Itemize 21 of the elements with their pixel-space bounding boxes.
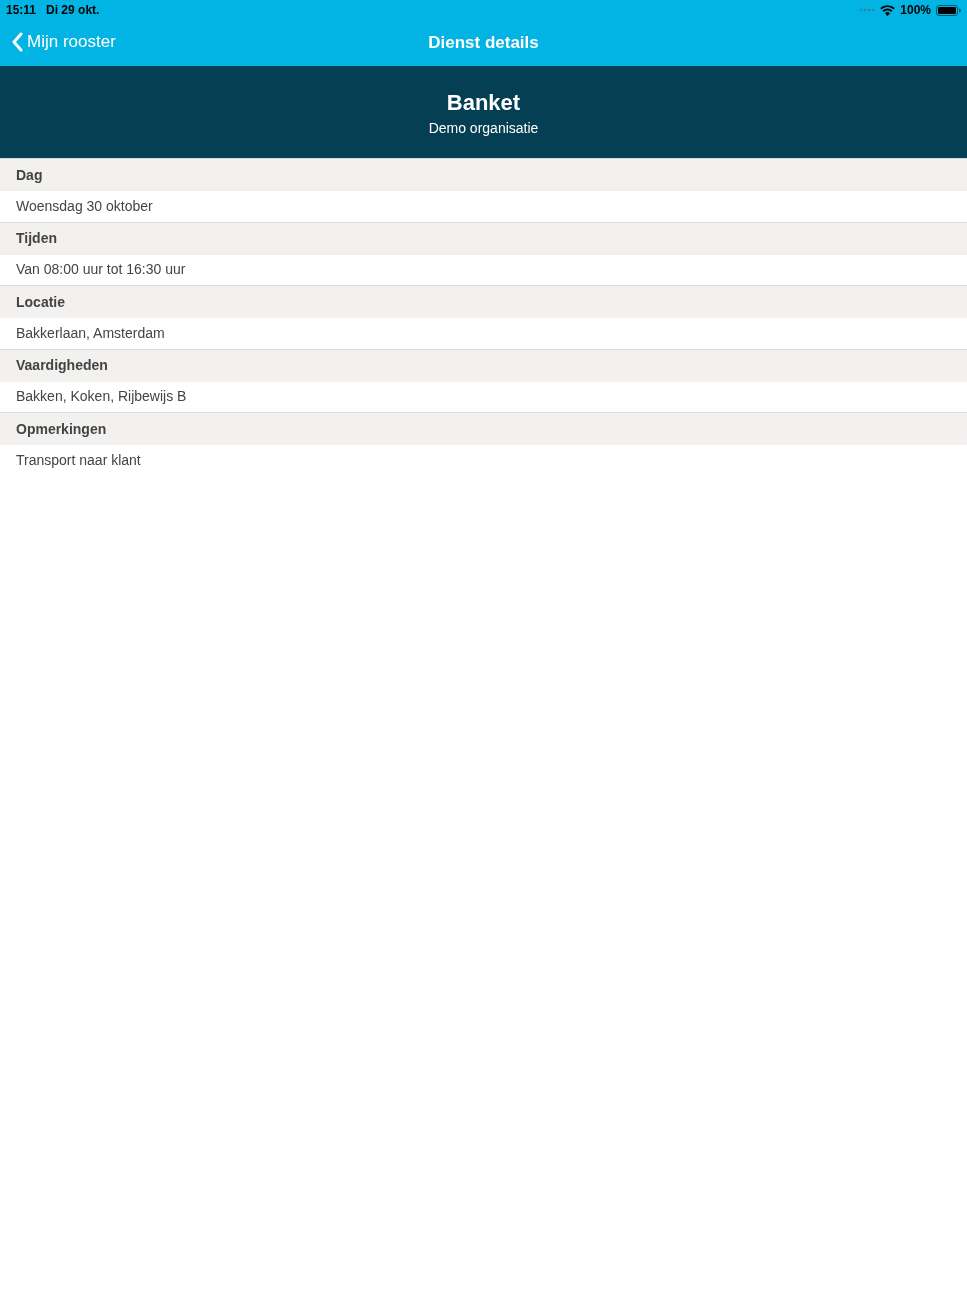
section-label: Dag: [16, 165, 43, 185]
detail-value: Bakken, Koken, Rijbewijs B: [16, 387, 187, 407]
back-button[interactable]: Mijn rooster: [11, 30, 116, 54]
status-date: Di 29 okt.: [46, 2, 100, 19]
shift-title: Banket: [446, 89, 521, 116]
section-label: Locatie: [16, 292, 65, 312]
chevron-left-icon: [11, 32, 23, 52]
section-label: Vaardigheden: [16, 356, 108, 375]
page-title: Dienst details: [428, 32, 539, 55]
battery-icon: [936, 4, 961, 16]
detail-value: Van 08:00 uur tot 16:30 uur: [16, 260, 186, 280]
organisation-name: Demo organisatie: [428, 118, 539, 137]
section-label: Opmerkingen: [16, 419, 107, 439]
detail-value: Woensdag 30 oktober: [16, 196, 153, 216]
detail-value: Transport naar klant: [16, 451, 141, 471]
wifi-icon: [880, 4, 896, 16]
detail-value: Bakkerlaan, Amsterdam: [16, 323, 165, 343]
section-label: Tijden: [16, 229, 57, 248]
status-time: 15:11: [6, 2, 37, 19]
signal-icon: [859, 8, 876, 12]
battery-percentage: 100%: [900, 2, 931, 19]
